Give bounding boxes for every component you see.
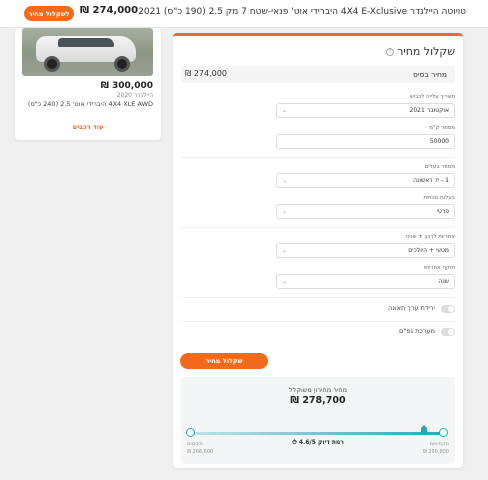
road-date-select[interactable]: אוקטובר 2021 ⌄ bbox=[276, 103, 455, 118]
km-input[interactable]: 50000 bbox=[276, 134, 455, 149]
accuracy-text: רמת דיוק 4.6/5 bbox=[298, 439, 344, 446]
max-value: 290,800 ₪ bbox=[422, 449, 449, 455]
help-icon[interactable]: ? bbox=[386, 47, 395, 56]
divider bbox=[181, 297, 455, 298]
warranty-period-value: שנה bbox=[438, 278, 449, 285]
road-date-value: אוקטובר 2021 bbox=[409, 107, 449, 114]
owners-label: מספר בעלים bbox=[424, 164, 455, 170]
calculator-title-row: שקלול מחיר ? bbox=[386, 45, 455, 58]
wheel-shape bbox=[44, 56, 60, 72]
result-value: 278,700 ₪ bbox=[290, 395, 346, 406]
result-panel: מחיר מחירון משוקלל 278,700 ₪ רמת דיוק 4.… bbox=[181, 377, 455, 464]
min-value: 266,600 ₪ bbox=[187, 449, 214, 455]
calculator-title: שקלול מחיר bbox=[397, 45, 455, 58]
base-price-row: מחיר בסיס 274,000 ₪ bbox=[181, 66, 455, 83]
accuracy-label: רמת דיוק 4.6/5 ⏱ bbox=[181, 439, 455, 447]
car-image[interactable] bbox=[22, 28, 153, 76]
min-label: מינימום bbox=[187, 441, 203, 447]
base-price-label: מחיר בסיס bbox=[412, 70, 447, 79]
chevron-down-icon: ⌄ bbox=[282, 247, 288, 254]
lpg-toggle-label: מערכת גפ"ם bbox=[399, 327, 435, 335]
divider bbox=[181, 227, 455, 228]
owners-value: 1 - יד ראשונה bbox=[413, 177, 449, 184]
wheel-shape bbox=[114, 56, 130, 72]
owners-select[interactable]: 1 - יד ראשונה ⌄ bbox=[276, 173, 455, 188]
warranty-period-label: תוקף אחריות bbox=[424, 265, 455, 271]
car-window-shape bbox=[58, 38, 114, 47]
range-max-dot bbox=[439, 428, 448, 437]
similar-car-price: 300,000 ₪ bbox=[100, 81, 153, 91]
ownership-value: פרטי bbox=[436, 208, 449, 215]
chevron-down-icon: ⌄ bbox=[282, 107, 288, 114]
warranty-label: אחריות לרכב יד שניה bbox=[405, 234, 455, 240]
warranty-period-select[interactable]: שנה ⌄ bbox=[276, 274, 455, 289]
price-range-track bbox=[190, 432, 444, 435]
similar-car-brand: היילנדר 2020 bbox=[116, 92, 153, 99]
price-marker bbox=[420, 425, 427, 435]
price-calculator-card: שקלול מחיר ? מחיר בסיס 274,000 ₪ תאריך ע… bbox=[173, 33, 463, 468]
chevron-down-icon: ⌄ bbox=[282, 177, 288, 184]
chevron-down-icon: ⌄ bbox=[282, 208, 288, 215]
calculate-price-button[interactable]: שקלול מחיר bbox=[180, 353, 268, 369]
more-cars-link[interactable]: עוד רכבים bbox=[15, 123, 161, 131]
divider bbox=[181, 157, 455, 158]
header-price: 274,000 ₪ bbox=[80, 5, 139, 16]
similar-car-card[interactable]: 300,000 ₪ היילנדר 2020 4X4 XLE AWD היברי… bbox=[15, 28, 161, 140]
warranty-select[interactable]: מטעי + היולכים ⌄ bbox=[276, 243, 455, 258]
accident-toggle[interactable] bbox=[441, 305, 455, 313]
km-label: מספר ק"מ bbox=[429, 125, 455, 131]
ownership-label: בעלות נוכחית bbox=[423, 195, 455, 201]
top-bar: לשקלול מחיר 274,000 ₪ טויוטה היילנדר 4X4… bbox=[0, 0, 488, 28]
result-label: מחיר מחירון משוקלל bbox=[288, 386, 348, 394]
range-min-dot bbox=[186, 428, 195, 437]
ownership-select[interactable]: פרטי ⌄ bbox=[276, 204, 455, 219]
similar-car-model: 4X4 XLE AWD היברידי אוט' 2.5 (240 כ"ס) bbox=[27, 100, 153, 108]
base-price-value: 274,000 ₪ bbox=[185, 69, 227, 78]
top-calculate-button[interactable]: לשקלול מחיר bbox=[24, 6, 74, 21]
header-title: טויוטה היילנדר 4X4 E-Xclusive היברידי או… bbox=[138, 7, 466, 17]
lpg-toggle[interactable] bbox=[441, 328, 455, 336]
max-label: מקסימום bbox=[429, 441, 449, 447]
chevron-down-icon: ⌄ bbox=[282, 278, 288, 285]
clock-icon: ⏱ bbox=[292, 439, 297, 446]
warranty-value: מטעי + היולכים bbox=[408, 247, 449, 254]
divider bbox=[181, 321, 455, 322]
road-date-label: תאריך עלייה לכביש bbox=[409, 94, 455, 100]
km-value: 50000 bbox=[429, 138, 449, 145]
accident-toggle-label: ירידת ערך תאונה bbox=[388, 304, 435, 312]
